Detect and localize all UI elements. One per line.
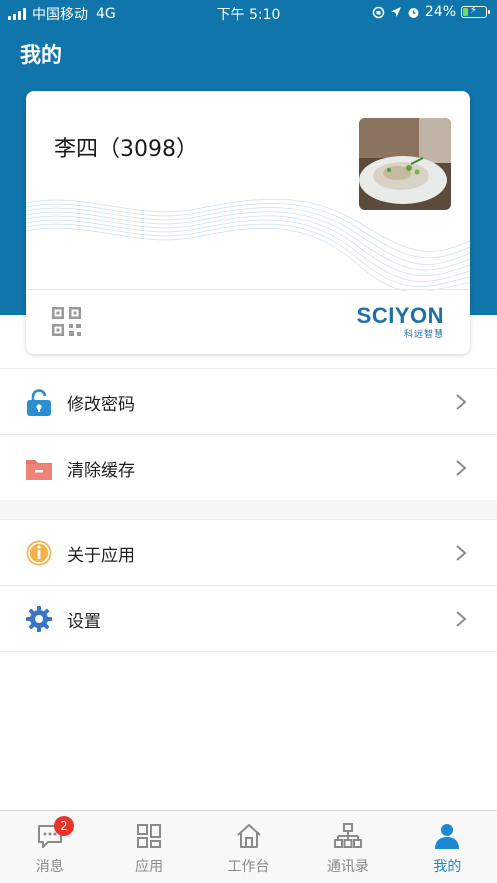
menu-group-separator (0, 500, 497, 520)
location-icon (390, 7, 401, 17)
menu-item-change-password[interactable]: 修改密码 (0, 369, 497, 435)
avatar-image (359, 118, 451, 210)
home-icon (236, 824, 261, 848)
unread-badge: 2 (54, 816, 74, 836)
clear-cache-label: 清除缓存 (67, 461, 135, 481)
tab-messages-label: 消息 (35, 859, 64, 875)
tab-contacts-label: 通讯录 (326, 859, 369, 875)
about-label: 关于应用 (67, 546, 135, 566)
info-icon (26, 540, 52, 566)
chevron-right-icon (456, 611, 467, 627)
alarm-icon (408, 7, 419, 18)
folder-icon (26, 460, 52, 480)
tab-workbench-label: 工作台 (227, 859, 270, 875)
org-chart-icon (333, 823, 362, 848)
battery-fill (463, 8, 469, 16)
grid-apps-icon (137, 824, 162, 848)
chevron-right-icon (456, 545, 467, 561)
lock-icon (27, 389, 51, 416)
page-title: 我的 (20, 43, 62, 67)
change-password-label: 修改密码 (67, 395, 135, 415)
chevron-right-icon (456, 460, 467, 476)
tab-workbench[interactable]: 工作台 (199, 811, 298, 883)
logo-main-text: SCIYON (356, 303, 444, 328)
bottom-tab-bar: 2 消息 应用 工作台 通讯录 我的 (0, 810, 497, 883)
chevron-right-icon (456, 394, 467, 410)
card-divider (26, 289, 470, 290)
user-icon (435, 824, 460, 849)
orientation-lock-icon (372, 6, 385, 18)
battery-percent: 24% (424, 4, 456, 20)
tab-apps[interactable]: 应用 (99, 811, 198, 883)
menu-item-clear-cache[interactable]: 清除缓存 (0, 435, 497, 501)
settings-label: 设置 (67, 612, 101, 632)
user-name: 李四（3098） (54, 137, 198, 162)
menu-item-about[interactable]: 关于应用 (0, 520, 497, 586)
company-logo: SCIYON 科远智慧 (357, 303, 444, 340)
battery-icon: ⚡ (461, 5, 490, 18)
menu-group-account: 修改密码 清除缓存 (0, 368, 497, 501)
tab-contacts[interactable]: 通讯录 (298, 811, 397, 883)
gear-icon (26, 606, 52, 632)
tab-apps-label: 应用 (135, 859, 164, 875)
tab-mine[interactable]: 我的 (398, 811, 497, 883)
avatar[interactable] (359, 118, 451, 210)
charging-bolt-icon: ⚡ (470, 5, 478, 16)
menu-item-settings[interactable]: 设置 (0, 586, 497, 652)
profile-card[interactable]: 李四（3098） SCIYON 科远智慧 (26, 91, 470, 354)
tab-mine-label: 我的 (433, 859, 462, 875)
menu-group-app: 关于应用 设置 (0, 520, 497, 652)
qr-code-icon[interactable] (52, 307, 81, 336)
tab-messages[interactable]: 2 消息 (0, 811, 99, 883)
status-bar: 中国移动 4G 下午 5:10 24% ⚡ (0, 0, 497, 26)
status-right: 24% ⚡ (372, 4, 490, 20)
